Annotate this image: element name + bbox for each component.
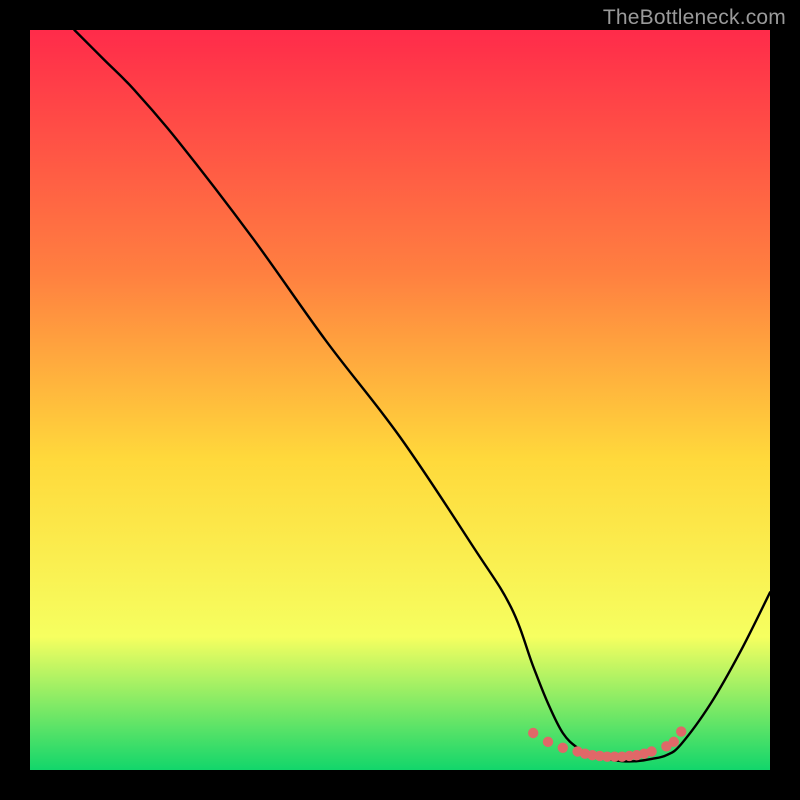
highlight-dot bbox=[676, 726, 686, 736]
highlight-dot bbox=[646, 746, 656, 756]
highlight-dot bbox=[669, 737, 679, 747]
watermark-label: TheBottleneck.com bbox=[603, 6, 786, 30]
plot-area bbox=[30, 30, 770, 770]
chart-frame: TheBottleneck.com bbox=[0, 0, 800, 800]
bottleneck-curve bbox=[74, 30, 770, 761]
chart-svg bbox=[30, 30, 770, 770]
highlight-dot bbox=[528, 728, 538, 738]
highlight-dot bbox=[543, 737, 553, 747]
highlight-dot bbox=[558, 743, 568, 753]
